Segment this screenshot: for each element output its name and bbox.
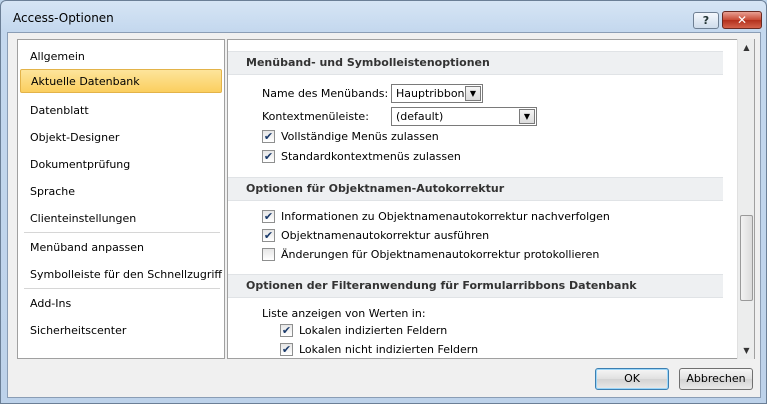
dialog-client-area: Allgemein Aktuelle Datenbank Datenblatt …	[7, 32, 761, 398]
context-menu-value: (default)	[396, 110, 444, 123]
log-autocorrect-checkbox[interactable]	[262, 248, 275, 261]
nonindexed-fields-label: Lokalen nicht indizierten Feldern	[299, 343, 479, 356]
full-menus-checkbox[interactable]: ✔	[262, 130, 275, 143]
close-button[interactable]: ✕	[722, 11, 762, 29]
context-menu-select[interactable]: (default) ▼	[391, 107, 537, 126]
default-context-label: Standardkontextmenüs zulassen	[281, 150, 461, 163]
ribbon-name-label: Name des Menübands:	[262, 87, 389, 100]
nonindexed-fields-checkbox[interactable]: ✔	[280, 343, 293, 356]
nav-item-schnellzugriff[interactable]: Symbolleiste für den Schnellzugriff	[20, 263, 222, 287]
help-button[interactable]: ?	[693, 12, 719, 29]
options-content-panel: Menüband- und Symbolleistenoptionen Name…	[227, 39, 755, 359]
content-scrollbar[interactable]: ▲ ▼	[737, 39, 754, 359]
chevron-down-icon[interactable]: ▼	[519, 109, 535, 124]
nav-item-dokumentpruefung[interactable]: Dokumentprüfung	[20, 153, 222, 177]
nav-item-allgemein[interactable]: Allgemein	[20, 45, 222, 69]
options-dialog: Access-Optionen ? ✕ Allgemein Aktuelle D…	[0, 0, 767, 404]
perform-autocorrect-label: Objektnamenautokorrektur ausführen	[281, 229, 490, 242]
nav-item-clienteinstellungen[interactable]: Clienteinstellungen	[20, 207, 222, 231]
nav-item-objekt-designer[interactable]: Objekt-Designer	[20, 126, 222, 150]
track-autocorrect-checkbox[interactable]: ✔	[262, 210, 275, 223]
perform-autocorrect-checkbox[interactable]: ✔	[262, 229, 275, 242]
nav-divider	[24, 232, 220, 233]
nav-item-sprache[interactable]: Sprache	[20, 180, 222, 204]
full-menus-label: Vollständige Menüs zulassen	[281, 130, 439, 143]
ok-button[interactable]: OK	[595, 368, 669, 390]
nav-divider	[24, 288, 220, 289]
category-nav: Allgemein Aktuelle Datenbank Datenblatt …	[17, 39, 225, 359]
chevron-down-icon[interactable]: ▼	[465, 86, 481, 101]
nav-item-menueband-anpassen[interactable]: Menüband anpassen	[20, 236, 222, 260]
scroll-thumb[interactable]	[740, 215, 753, 301]
indexed-fields-checkbox[interactable]: ✔	[280, 324, 293, 337]
nav-item-datenblatt[interactable]: Datenblatt	[20, 99, 222, 123]
nav-item-aktuelle-datenbank[interactable]: Aktuelle Datenbank	[20, 69, 222, 93]
track-autocorrect-label: Informationen zu Objektnamenautokorrektu…	[281, 210, 610, 223]
section-header-filter: Optionen der Filteranwendung für Formula…	[228, 274, 723, 298]
default-context-checkbox[interactable]: ✔	[262, 150, 275, 163]
list-values-label: Liste anzeigen von Werten in:	[262, 307, 426, 320]
ribbon-name-value: Hauptribbon	[396, 87, 465, 100]
nav-item-sicherheitscenter[interactable]: Sicherheitscenter	[20, 319, 222, 343]
cancel-button[interactable]: Abbrechen	[679, 368, 753, 390]
context-menu-label: Kontextmenüleiste:	[262, 110, 369, 123]
scroll-down-icon[interactable]: ▼	[738, 342, 755, 359]
ribbon-name-select[interactable]: Hauptribbon ▼	[391, 84, 483, 103]
log-autocorrect-label: Änderungen für Objektnamenautokorrektur …	[281, 248, 600, 261]
section-header-ribbon: Menüband- und Symbolleistenoptionen	[228, 51, 723, 75]
scroll-up-icon[interactable]: ▲	[738, 39, 755, 56]
nav-item-add-ins[interactable]: Add-Ins	[20, 292, 222, 316]
title-bar[interactable]: Access-Optionen ? ✕	[1, 1, 766, 33]
window-title: Access-Optionen	[13, 11, 114, 25]
section-header-autocorrect: Optionen für Objektnamen-Autokorrektur	[228, 177, 723, 201]
indexed-fields-label: Lokalen indizierten Feldern	[299, 324, 448, 337]
